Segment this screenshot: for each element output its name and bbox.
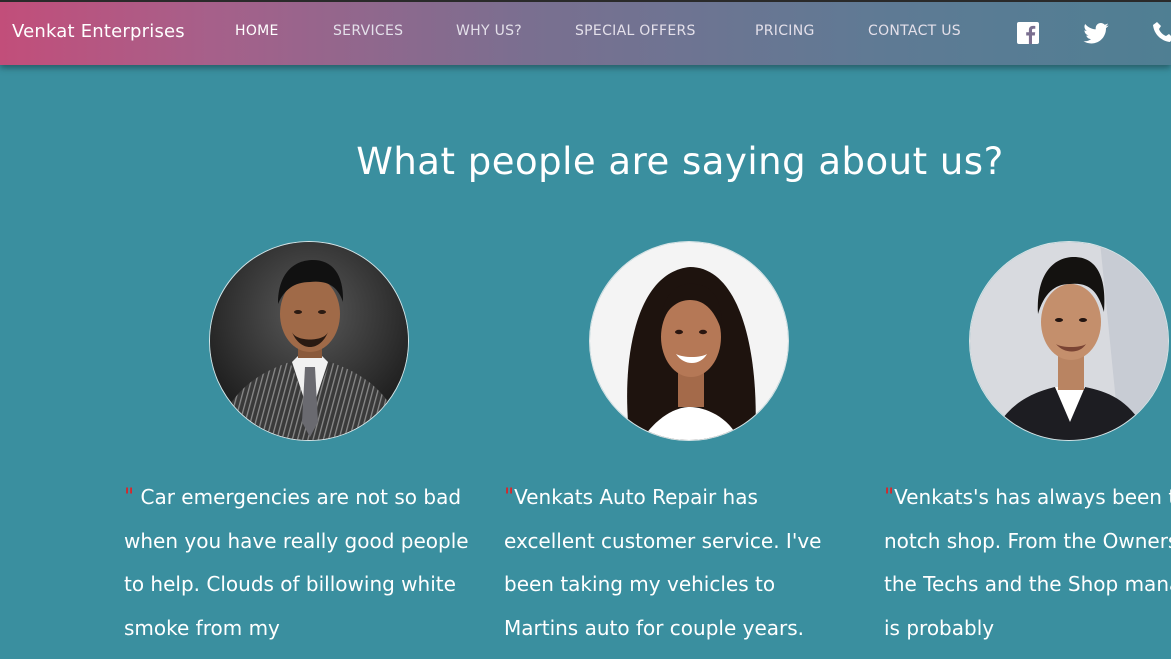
navbar: Venkat Enterprises HOME SERVICES WHY US?… [0, 0, 1171, 65]
nav-item-contact-us[interactable]: CONTACT US [868, 23, 961, 39]
testimonial-text: Venkats Auto Repair has excellent custom… [504, 485, 822, 640]
quote-mark: " [884, 485, 895, 510]
quote-mark: " [504, 485, 515, 510]
avatar-customer-1 [209, 241, 409, 441]
nav-item-pricing[interactable]: PRICING [755, 23, 815, 39]
nav-item-home[interactable]: HOME [235, 23, 279, 39]
testimonial-text: Car emergencies are not so bad when you … [124, 485, 469, 640]
testimonial-quote-2: "Venkats Auto Repair has excellent custo… [504, 476, 854, 650]
facebook-icon[interactable] [1017, 22, 1039, 48]
testimonial-quote-1: " Car emergencies are not so bad when yo… [124, 476, 474, 650]
nav-item-why-us[interactable]: WHY US? [456, 23, 522, 39]
page: Venkat Enterprises HOME SERVICES WHY US?… [0, 0, 1171, 659]
phone-icon[interactable] [1152, 21, 1171, 47]
avatar-customer-3 [969, 241, 1169, 441]
twitter-icon[interactable] [1083, 23, 1109, 48]
testimonials-heading: What people are saying about us? [356, 140, 1004, 183]
brand-logo-text[interactable]: Venkat Enterprises [12, 21, 185, 42]
avatar-customer-2 [589, 241, 789, 441]
testimonial-quote-3: "Venkats's has always been top notch sho… [884, 476, 1171, 650]
nav-item-special-offers[interactable]: SPECIAL OFFERS [575, 23, 696, 39]
testimonial-text: Venkats's has always been top notch shop… [884, 485, 1171, 640]
quote-mark: " [124, 485, 135, 510]
nav-item-services[interactable]: SERVICES [333, 23, 403, 39]
